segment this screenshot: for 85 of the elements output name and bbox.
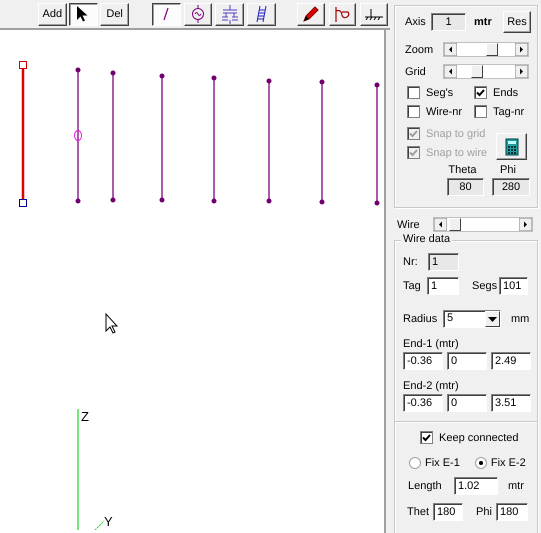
phi-field[interactable]: 180	[496, 503, 528, 521]
slider-label: Grid	[405, 66, 427, 78]
slider-label: Wire	[397, 218, 421, 230]
field-label: Tag	[403, 280, 422, 292]
option-checkbox[interactable]: Ends	[474, 86, 518, 99]
radius-dropdown[interactable]: 5	[443, 310, 501, 328]
checkbox[interactable]	[407, 86, 420, 99]
field-label: Radius	[403, 313, 438, 325]
calculator-icon	[504, 138, 518, 156]
option-checkbox[interactable]: Tag-nr	[474, 105, 524, 118]
unit-label: mtr	[474, 16, 492, 28]
tag-field[interactable]: 1	[427, 277, 459, 295]
wire[interactable]	[160, 74, 164, 202]
caret-icon	[488, 316, 497, 322]
coordinate-field[interactable]: -0.36	[403, 394, 443, 412]
slider[interactable]	[443, 42, 529, 57]
field-label: Segs	[472, 280, 498, 292]
axis-field[interactable]: 1	[431, 12, 466, 30]
slider-thumb[interactable]	[486, 43, 498, 56]
capacitor-icon	[220, 4, 239, 24]
checkbox[interactable]	[420, 431, 433, 444]
field-label: Thet	[407, 506, 430, 518]
coordinate-field[interactable]: 0	[447, 394, 487, 412]
ladder-icon	[256, 5, 267, 23]
keep-connected-checkbox[interactable]: Keep connected	[420, 431, 519, 444]
axis-label: Y	[104, 514, 113, 529]
add-button[interactable]: Add	[38, 2, 67, 26]
wire[interactable]	[320, 80, 324, 204]
group-title: Wire data	[401, 233, 452, 245]
unit-label: mtr	[508, 480, 524, 492]
unit-label: mm	[511, 313, 530, 325]
field-label: Nr:	[403, 256, 419, 268]
wire[interactable]	[212, 76, 216, 204]
delete-button[interactable]: Del	[100, 2, 129, 26]
wire[interactable]	[374, 82, 380, 206]
slider[interactable]	[443, 64, 529, 79]
calculator-button[interactable]	[496, 133, 527, 160]
scroll-right-icon[interactable]	[515, 65, 528, 78]
field-label: Length	[408, 480, 443, 492]
option-checkbox[interactable]: Wire-nr	[407, 105, 474, 118]
coordinate-field[interactable]: -0.36	[403, 352, 443, 370]
coordinate-field[interactable]: 2.49	[491, 352, 531, 370]
field-label: Axis	[405, 16, 427, 28]
scroll-right-icon[interactable]	[519, 218, 532, 231]
field-label: Phi	[499, 164, 517, 176]
radio-button[interactable]: Fix E-2	[474, 457, 526, 469]
slider-label: Zoom	[405, 44, 434, 56]
scroll-left-icon[interactable]	[434, 218, 447, 231]
cursor-icon	[106, 312, 118, 334]
theta-field[interactable]: 180	[433, 503, 463, 521]
field-label: Phi	[476, 506, 493, 518]
slider-thumb[interactable]	[448, 218, 461, 231]
ground-icon	[364, 8, 384, 20]
wire[interactable]	[266, 78, 272, 204]
field-label: Theta	[447, 164, 478, 176]
line-icon	[163, 7, 170, 21]
pencil-icon	[302, 6, 319, 22]
theta-field[interactable]: 80	[447, 178, 484, 196]
length-field[interactable]: 1.02	[454, 477, 498, 495]
circle-icon	[192, 4, 204, 24]
wire[interactable]	[19, 61, 27, 207]
tool-button[interactable]	[152, 2, 181, 26]
scroll-right-icon[interactable]	[515, 43, 528, 56]
axis-label: Z	[81, 409, 89, 424]
radio-button[interactable]: Fix E-1	[409, 457, 460, 469]
option-checkbox[interactable]: Seg's	[407, 86, 474, 99]
checkbox[interactable]	[474, 86, 487, 99]
coordinate-field[interactable]: 3.51	[491, 394, 531, 412]
field-label: End-1 (mtr)	[403, 338, 460, 350]
segs-field[interactable]: 101	[499, 277, 528, 295]
slider-thumb[interactable]	[470, 65, 483, 78]
wire[interactable]	[76, 68, 80, 204]
scroll-left-icon[interactable]	[444, 43, 457, 56]
pointer-button[interactable]	[68, 2, 98, 26]
coordinate-field[interactable]: 0	[447, 352, 487, 370]
checkbox[interactable]	[407, 105, 420, 118]
checkbox[interactable]	[474, 105, 487, 118]
wire[interactable]	[110, 70, 116, 202]
reset-button[interactable]: Res	[503, 10, 531, 32]
scroll-left-icon[interactable]	[444, 65, 457, 78]
wire-scrollbar[interactable]	[433, 217, 533, 232]
number-field[interactable]: 1	[428, 253, 459, 271]
field-label: End-2 (mtr)	[403, 380, 460, 392]
curve-icon	[334, 6, 350, 22]
phi-field[interactable]: 280	[492, 178, 530, 196]
